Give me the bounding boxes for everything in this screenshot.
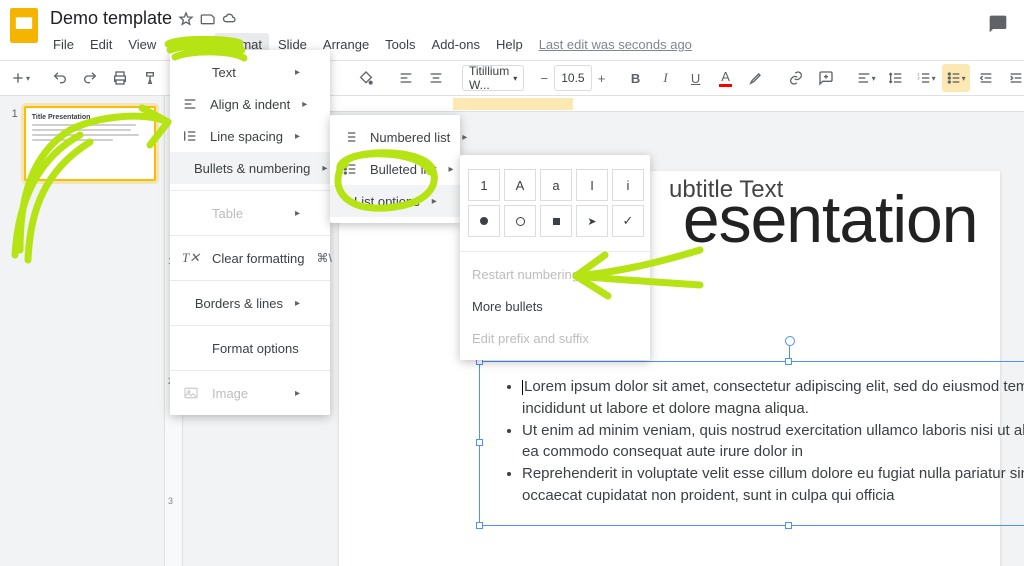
format-line-spacing[interactable]: Line spacing▸ bbox=[170, 120, 330, 152]
menu-label: Text bbox=[212, 65, 236, 80]
move-icon[interactable] bbox=[200, 11, 216, 27]
numstyle-I[interactable]: I bbox=[576, 169, 608, 201]
bulleted-list-item[interactable]: Bulleted list▸ bbox=[330, 153, 460, 185]
line-spacing-button[interactable] bbox=[882, 64, 910, 92]
insert-link-button[interactable] bbox=[782, 64, 810, 92]
menu-label: Restart numbering bbox=[472, 267, 579, 282]
font-size-dec[interactable]: − bbox=[536, 64, 552, 92]
edit-prefix-suffix: Edit prefix and suffix bbox=[460, 322, 650, 354]
format-bullets-numbering[interactable]: Bullets & numbering▸ bbox=[170, 152, 330, 184]
list-options-submenu: 1 A a I i Restart numbering More bullets… bbox=[460, 155, 650, 360]
thumb-number: 1 bbox=[8, 106, 18, 181]
format-table: Table▸ bbox=[170, 197, 330, 229]
last-edit-link[interactable]: Last edit was seconds ago bbox=[532, 33, 699, 56]
slide-thumbnail[interactable]: Title Presentation bbox=[24, 106, 156, 181]
menu-label: Line spacing bbox=[210, 129, 283, 144]
new-slide-button[interactable]: ▾ bbox=[6, 64, 34, 92]
numbered-list-button[interactable]: 12▾ bbox=[912, 64, 940, 92]
menu-label: Numbered list bbox=[370, 130, 450, 145]
font-size-input[interactable]: 10.5 bbox=[554, 65, 591, 91]
paint-format-button[interactable] bbox=[136, 64, 164, 92]
slides-logo[interactable] bbox=[10, 8, 38, 42]
bulletstyle-disc[interactable] bbox=[468, 205, 500, 237]
comments-icon[interactable] bbox=[988, 14, 1008, 37]
numstyle-A[interactable]: A bbox=[504, 169, 536, 201]
format-borders-lines[interactable]: Borders & lines▸ bbox=[170, 287, 330, 319]
undo-button[interactable] bbox=[46, 64, 74, 92]
format-text[interactable]: Text▸ bbox=[170, 56, 330, 88]
format-format-options[interactable]: Format options bbox=[170, 332, 330, 364]
bold-button[interactable]: B bbox=[622, 64, 650, 92]
format-clear[interactable]: T✕Clear formatting⌘\ bbox=[170, 242, 330, 274]
text-color-button[interactable]: A bbox=[712, 64, 740, 92]
bullet-text: Lorem ipsum dolor sit amet, consectetur … bbox=[522, 378, 1024, 417]
menu-label: More bullets bbox=[472, 299, 543, 314]
italic-button[interactable]: I bbox=[652, 64, 680, 92]
menu-label: Bulleted list bbox=[370, 162, 436, 177]
ruler-tick: 3 bbox=[168, 496, 173, 506]
titlebar: Demo template File Edit View Insert Form… bbox=[0, 0, 1024, 60]
underline-button[interactable]: U bbox=[682, 64, 710, 92]
indent-dec-button[interactable] bbox=[972, 64, 1000, 92]
menu-view[interactable]: View bbox=[121, 33, 163, 56]
numstyle-i[interactable]: i bbox=[612, 169, 644, 201]
align-center-button[interactable] bbox=[422, 64, 450, 92]
menu-label: Borders & lines bbox=[195, 296, 283, 311]
filmstrip: 1 Title Presentation bbox=[0, 96, 165, 566]
print-button[interactable] bbox=[106, 64, 134, 92]
highlight-button[interactable] bbox=[742, 64, 770, 92]
menu-addons[interactable]: Add-ons bbox=[425, 33, 487, 56]
menu-help[interactable]: Help bbox=[489, 33, 530, 56]
thumb-title: Title Presentation bbox=[32, 114, 148, 121]
menu-label: Align & indent bbox=[210, 97, 290, 112]
menu-shortcut: ⌘\ bbox=[316, 251, 331, 265]
redo-button[interactable] bbox=[76, 64, 104, 92]
numstyle-a[interactable]: a bbox=[540, 169, 572, 201]
numbered-list-item[interactable]: Numbered list▸ bbox=[330, 121, 460, 153]
menu-label: List options bbox=[354, 194, 420, 209]
more-bullets[interactable]: More bullets bbox=[460, 290, 650, 322]
body-textbox[interactable]: Lorem ipsum dolor sit amet, consectetur … bbox=[479, 361, 1024, 526]
star-icon[interactable] bbox=[178, 11, 194, 27]
cloud-icon[interactable] bbox=[222, 11, 238, 27]
restart-numbering: Restart numbering bbox=[460, 258, 650, 290]
font-size-value: 10.5 bbox=[561, 71, 584, 85]
font-size-inc[interactable]: + bbox=[594, 64, 610, 92]
bulleted-list-button[interactable]: ▾ bbox=[942, 64, 970, 92]
svg-text:2: 2 bbox=[917, 75, 920, 80]
menu-label: Format options bbox=[212, 341, 299, 356]
list-item[interactable]: Reprehenderit in voluptate velit esse ci… bbox=[522, 463, 1024, 507]
menu-label: Bullets & numbering bbox=[194, 161, 310, 176]
indent-inc-button[interactable] bbox=[1002, 64, 1024, 92]
bulletstyle-circle[interactable] bbox=[504, 205, 536, 237]
document-name[interactable]: Demo template bbox=[46, 6, 176, 31]
align-left-button[interactable] bbox=[392, 64, 420, 92]
toolbar: ▾ ▾ Titillium W...▾ − 10.5 + B I U A ▾ 1… bbox=[0, 60, 1024, 96]
font-family-select[interactable]: Titillium W...▾ bbox=[462, 65, 524, 91]
format-align-indent[interactable]: Align & indent▸ bbox=[170, 88, 330, 120]
menu-edit[interactable]: Edit bbox=[83, 33, 119, 56]
bulletstyle-arrow[interactable] bbox=[576, 205, 608, 237]
bulletstyle-check[interactable] bbox=[612, 205, 644, 237]
list-item[interactable]: Ut enim ad minim veniam, quis nostrud ex… bbox=[522, 420, 1024, 464]
bullets-numbering-submenu: Numbered list▸ Bulleted list▸ List optio… bbox=[330, 115, 460, 223]
menu-label: Table bbox=[212, 206, 243, 221]
list-options-item[interactable]: List options▸ bbox=[330, 185, 460, 217]
menu-label: Image bbox=[212, 386, 248, 401]
menu-file[interactable]: File bbox=[46, 33, 81, 56]
format-image: Image▸ bbox=[170, 377, 330, 409]
menu-tools[interactable]: Tools bbox=[378, 33, 422, 56]
format-dropdown: Text▸ Align & indent▸ Line spacing▸ Bull… bbox=[170, 50, 330, 415]
menu-label: Edit prefix and suffix bbox=[472, 331, 589, 346]
fill-color-button[interactable] bbox=[352, 64, 380, 92]
align-button[interactable]: ▾ bbox=[852, 64, 880, 92]
insert-comment-button[interactable] bbox=[812, 64, 840, 92]
list-item[interactable]: Lorem ipsum dolor sit amet, consectetur … bbox=[522, 376, 1024, 420]
menubar: File Edit View Insert Format Slide Arran… bbox=[46, 33, 699, 60]
text-cursor bbox=[522, 380, 523, 395]
font-family-value: Titillium W... bbox=[469, 64, 509, 92]
menu-label: Clear formatting bbox=[212, 251, 304, 266]
numstyle-1[interactable]: 1 bbox=[468, 169, 500, 201]
bulletstyle-square[interactable] bbox=[540, 205, 572, 237]
